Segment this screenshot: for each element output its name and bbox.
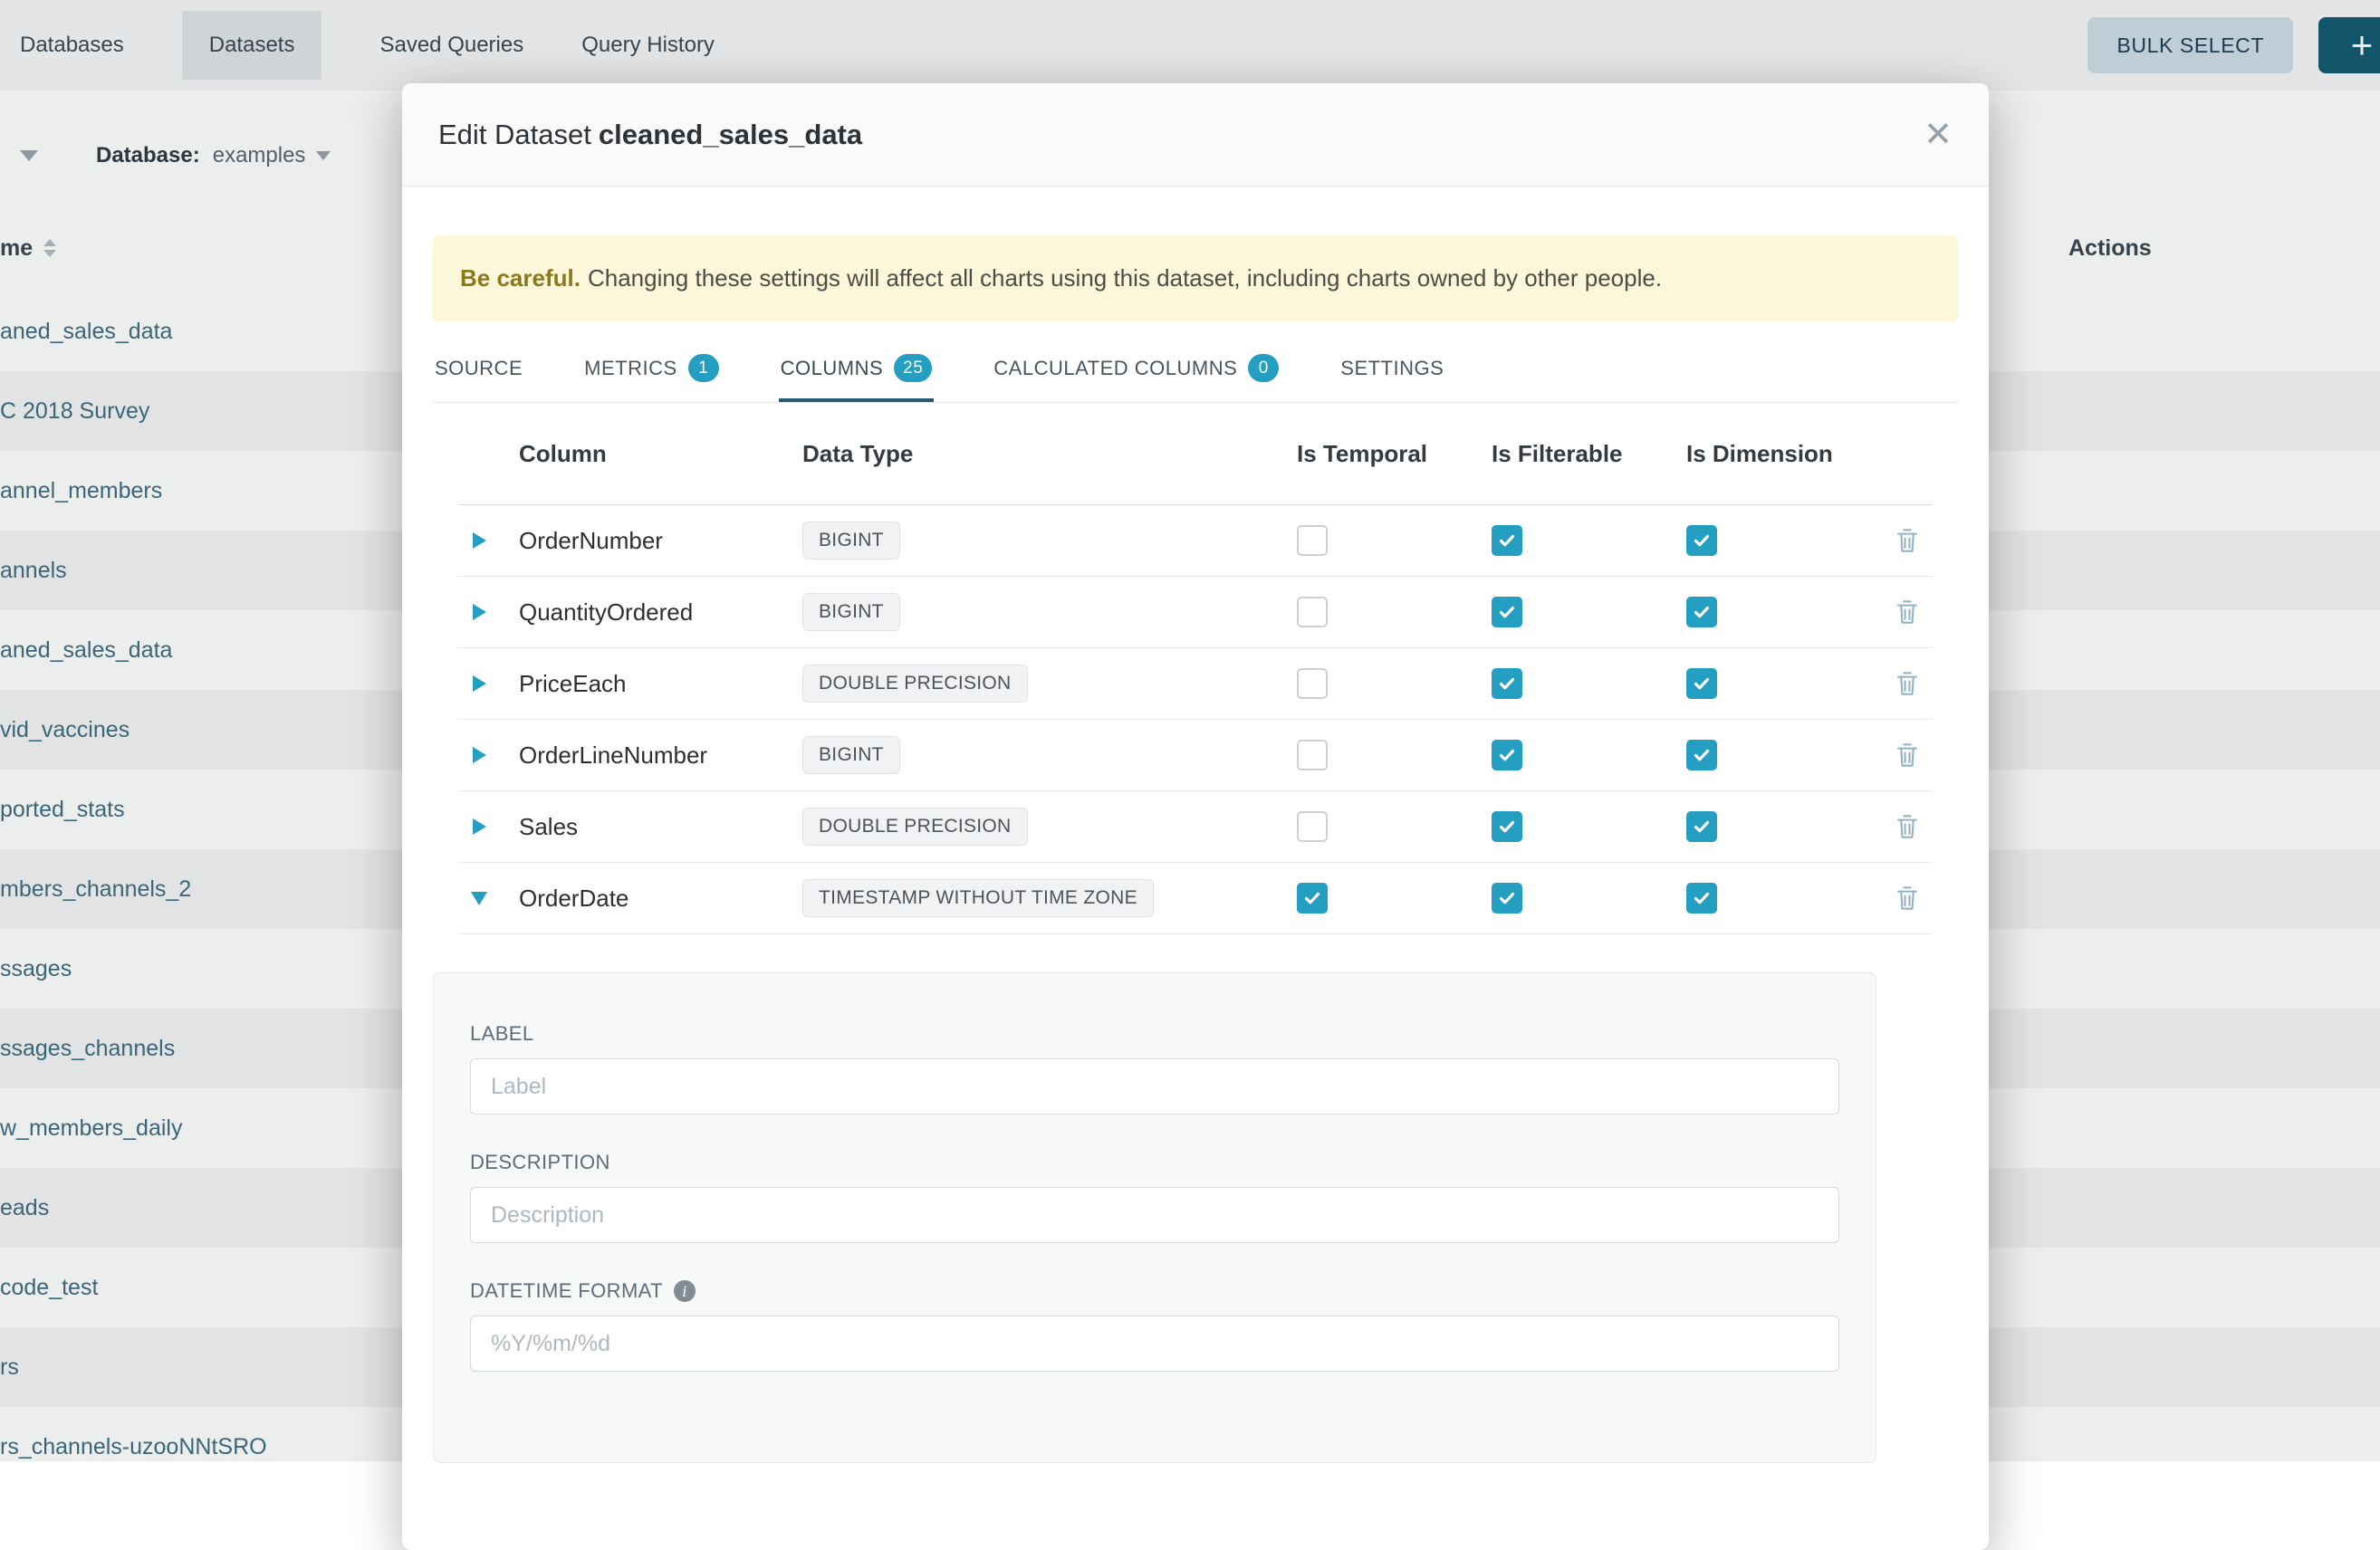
- tab-settings[interactable]: SETTINGS: [1339, 340, 1445, 402]
- data-type-pill: DOUBLE PRECISION: [802, 665, 1028, 703]
- column-name: Sales: [500, 813, 790, 841]
- caret-right-icon[interactable]: [473, 532, 486, 549]
- is-dimension-checkbox[interactable]: [1686, 668, 1717, 699]
- is-dimension-checkbox[interactable]: [1686, 597, 1717, 627]
- columns-table-body: OrderNumber BIGINT QuantityOrdered BIGINT Pr…: [458, 505, 1933, 934]
- warning-banner: Be careful.Changing these settings will …: [433, 235, 1958, 321]
- description-input[interactable]: [470, 1187, 1839, 1243]
- warning-banner-bold: Be careful.: [460, 264, 581, 292]
- is-filterable-checkbox[interactable]: [1492, 740, 1522, 770]
- column-header-data-type: Data Type: [790, 440, 1297, 468]
- caret-right-icon[interactable]: [473, 675, 486, 692]
- columns-table-header-row: Column Data Type Is Temporal Is Filterab…: [458, 403, 1933, 505]
- info-icon[interactable]: i: [674, 1280, 696, 1302]
- column-name: PriceEach: [500, 670, 790, 698]
- is-temporal-checkbox[interactable]: [1297, 740, 1328, 770]
- column-row-quantityordered: QuantityOrdered BIGINT: [458, 577, 1933, 648]
- trash-icon[interactable]: [1894, 741, 1921, 770]
- trash-icon[interactable]: [1894, 812, 1921, 841]
- tab-count-badge: 25: [894, 354, 932, 382]
- column-editor-panel: LABEL DESCRIPTION DATETIME FORMAT i: [433, 972, 1876, 1463]
- column-row-orderlinenumber: OrderLineNumber BIGINT: [458, 720, 1933, 791]
- field-label: LABEL: [470, 1022, 1839, 1115]
- is-temporal-checkbox[interactable]: [1297, 597, 1328, 627]
- tab-metrics[interactable]: METRICS 1: [582, 340, 721, 402]
- tab-count-badge: 0: [1248, 354, 1279, 382]
- field-description: DESCRIPTION: [470, 1151, 1839, 1243]
- tab-count-badge: 1: [688, 354, 719, 382]
- column-name: OrderLineNumber: [500, 742, 790, 770]
- is-filterable-checkbox[interactable]: [1492, 883, 1522, 914]
- tab-source[interactable]: SOURCE: [433, 340, 524, 402]
- edit-dataset-modal: Edit Dataset cleaned_sales_data ✕ Be care…: [402, 83, 1989, 1550]
- column-row-sales: Sales DOUBLE PRECISION: [458, 791, 1933, 863]
- field-label: DESCRIPTION: [470, 1151, 610, 1174]
- column-row-ordernumber: OrderNumber BIGINT: [458, 505, 1933, 577]
- is-dimension-checkbox[interactable]: [1686, 740, 1717, 770]
- data-type-pill: BIGINT: [802, 593, 900, 631]
- trash-icon[interactable]: [1894, 526, 1921, 555]
- modal-body: Be careful.Changing these settings will …: [402, 235, 1989, 1463]
- is-temporal-checkbox[interactable]: [1297, 883, 1328, 914]
- field-label: DATETIME FORMAT: [470, 1279, 663, 1303]
- data-type-pill: BIGINT: [802, 736, 900, 774]
- data-type-pill: BIGINT: [802, 521, 900, 560]
- modal-title-dataset-name: cleaned_sales_data: [599, 119, 862, 150]
- trash-icon[interactable]: [1894, 669, 1921, 698]
- column-name: OrderNumber: [500, 527, 790, 555]
- data-type-pill: DOUBLE PRECISION: [802, 808, 1028, 846]
- modal-title-prefix: Edit Dataset: [438, 119, 591, 150]
- is-temporal-checkbox[interactable]: [1297, 668, 1328, 699]
- column-row-orderdate: OrderDate TIMESTAMP WITHOUT TIME ZONE: [458, 863, 1933, 934]
- label-input[interactable]: [470, 1058, 1839, 1115]
- is-filterable-checkbox[interactable]: [1492, 668, 1522, 699]
- caret-right-icon[interactable]: [473, 604, 486, 620]
- tab-label: COLUMNS: [781, 357, 884, 380]
- column-row-priceeach: PriceEach DOUBLE PRECISION: [458, 648, 1933, 720]
- warning-banner-text: Changing these settings will affect all …: [588, 264, 1662, 292]
- is-dimension-checkbox[interactable]: [1686, 525, 1717, 556]
- tab-calculated-columns[interactable]: CALCULATED COLUMNS 0: [992, 340, 1281, 402]
- is-dimension-checkbox[interactable]: [1686, 883, 1717, 914]
- is-filterable-checkbox[interactable]: [1492, 525, 1522, 556]
- column-header-is-dimension: Is Dimension: [1686, 440, 1881, 468]
- modal-header: Edit Dataset cleaned_sales_data ✕: [402, 83, 1989, 187]
- trash-icon[interactable]: [1894, 884, 1921, 913]
- column-name: OrderDate: [500, 885, 790, 913]
- trash-icon[interactable]: [1894, 598, 1921, 627]
- tab-label: METRICS: [584, 357, 677, 380]
- column-header-is-temporal: Is Temporal: [1297, 440, 1492, 468]
- columns-table: Column Data Type Is Temporal Is Filterab…: [458, 403, 1933, 934]
- field-datetime-format: DATETIME FORMAT i: [470, 1279, 1839, 1372]
- field-label: LABEL: [470, 1022, 534, 1046]
- column-header-column: Column: [500, 440, 790, 468]
- caret-right-icon[interactable]: [473, 747, 486, 763]
- is-temporal-checkbox[interactable]: [1297, 811, 1328, 842]
- is-filterable-checkbox[interactable]: [1492, 811, 1522, 842]
- column-header-is-filterable: Is Filterable: [1492, 440, 1686, 468]
- tab-label: SOURCE: [435, 357, 523, 380]
- tab-label: SETTINGS: [1340, 357, 1444, 380]
- is-dimension-checkbox[interactable]: [1686, 811, 1717, 842]
- caret-right-icon[interactable]: [473, 818, 486, 835]
- is-temporal-checkbox[interactable]: [1297, 525, 1328, 556]
- data-type-pill: TIMESTAMP WITHOUT TIME ZONE: [802, 879, 1154, 917]
- caret-down-icon[interactable]: [471, 892, 487, 905]
- tab-columns[interactable]: COLUMNS 25: [779, 340, 935, 402]
- modal-tabs: SOURCE METRICS 1 COLUMNS 25 CALCULATED COLUMN…: [433, 340, 1958, 403]
- datetime-format-input[interactable]: [470, 1316, 1839, 1372]
- column-name: QuantityOrdered: [500, 598, 790, 627]
- is-filterable-checkbox[interactable]: [1492, 597, 1522, 627]
- modal-title: Edit Dataset cleaned_sales_data: [438, 119, 862, 151]
- close-icon[interactable]: ✕: [1924, 118, 1953, 152]
- tab-label: CALCULATED COLUMNS: [993, 357, 1237, 380]
